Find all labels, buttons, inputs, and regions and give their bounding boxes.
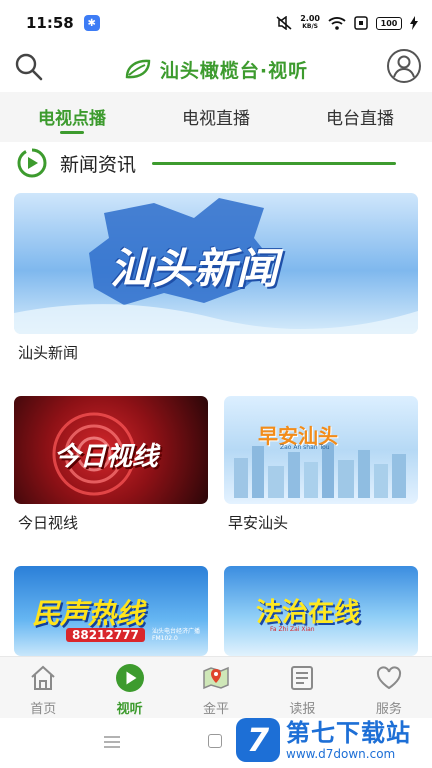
card-thumbnail-title: 今日视线 <box>54 442 159 472</box>
net-speed-unit: KB/S <box>302 23 318 30</box>
program-label: 汕头新闻 <box>18 344 79 362</box>
map-icon <box>201 663 231 693</box>
app-title: 汕头橄榄台·视听 <box>159 59 309 82</box>
brand: 汕头橄榄台·视听 <box>124 56 308 83</box>
tab-label: 电台直播 <box>326 109 394 129</box>
heart-icon <box>374 663 404 693</box>
menu-icon[interactable] <box>104 736 120 748</box>
home-square-icon[interactable] <box>208 734 222 748</box>
net-speed: 2.00 KB/S <box>300 15 320 31</box>
battery-indicator: 100 <box>376 16 402 30</box>
status-icons: 2.00 KB/S 100 <box>276 15 418 31</box>
bottom-navigation: 首页 视听 金平 读报 服务 <box>0 656 432 718</box>
card-thumbnail-phone: 88212777 <box>66 628 145 642</box>
wifi-icon <box>328 17 346 30</box>
net-speed-value: 2.00 <box>300 14 320 23</box>
program-card-law-online[interactable]: 法治在线 Fa Zhi Zai Xian <box>224 566 418 656</box>
card-thumbnail-subtitle: Fa Zhi Zai Xian <box>270 626 315 633</box>
watermark-url: www.d7down.com <box>286 747 396 761</box>
status-bar: 11:58 ✱ 2.00 KB/S 100 <box>0 0 432 46</box>
sim-icon <box>354 16 368 30</box>
card-thumbnail-subtitle: Zao An shan Tou <box>280 444 330 451</box>
section-header: 新闻资讯 <box>16 146 416 180</box>
tab-radio-live[interactable]: 电台直播 <box>288 92 432 142</box>
status-time: 11:58 <box>26 14 74 32</box>
nav-newspaper[interactable]: 读报 <box>259 657 345 718</box>
card-thumbnail-title: 民声热线 <box>32 597 145 630</box>
program-card-morning-shantou[interactable]: 早安汕头 Zao An shan Tou <box>224 396 418 504</box>
search-icon[interactable] <box>14 52 44 82</box>
card-thumbnail-subtitle: 汕头电台经济广播FM102.0 <box>152 628 201 642</box>
nav-home[interactable]: 首页 <box>0 657 86 718</box>
nav-label: 金平 <box>203 702 230 717</box>
section-divider <box>152 161 396 165</box>
mute-icon <box>276 16 292 30</box>
play-icon <box>115 663 145 693</box>
newspaper-icon <box>287 663 317 693</box>
program-card-shantou-news[interactable]: 汕头新闻 <box>14 193 418 334</box>
olive-leaf-icon <box>125 59 151 79</box>
tab-label: 电视点播 <box>38 109 106 129</box>
tab-bar: 电视点播 电视直播 电台直播 <box>0 92 432 142</box>
section-play-icon <box>17 148 47 178</box>
program-label: 今日视线 <box>18 514 79 532</box>
program-card-people-hotline[interactable]: 民声热线 88212777 汕头电台经济广播FM102.0 <box>14 566 208 656</box>
watermark-logo: 7 <box>236 718 280 762</box>
tab-label: 电视直播 <box>182 109 250 129</box>
nav-services[interactable]: 服务 <box>346 657 432 718</box>
watermark-text: 第七下载站 www.d7down.com <box>286 719 411 761</box>
user-avatar-icon[interactable] <box>386 48 422 84</box>
section-title: 新闻资讯 <box>60 153 137 176</box>
watermark-title: 第七下载站 <box>286 719 411 747</box>
program-label: 早安汕头 <box>228 514 289 532</box>
charging-icon <box>410 16 418 30</box>
nav-label: 首页 <box>30 702 57 717</box>
tab-tv-live[interactable]: 电视直播 <box>144 92 288 142</box>
tab-vod[interactable]: 电视点播 <box>0 92 144 142</box>
app-header: 汕头橄榄台·视听 <box>0 46 432 92</box>
tab-active-indicator <box>60 131 84 134</box>
watermark: 7 第七下载站 www.d7down.com <box>236 712 432 768</box>
program-card-today-sight[interactable]: 今日视线 <box>14 396 208 504</box>
nav-audio-video[interactable]: 视听 <box>86 657 172 718</box>
nav-label: 视听 <box>116 702 143 717</box>
card-thumbnail-title: 汕头新闻 <box>110 244 279 293</box>
home-icon <box>28 663 58 693</box>
bluetooth-icon: ✱ <box>83 15 100 31</box>
nav-jinping[interactable]: 金平 <box>173 657 259 718</box>
card-thumbnail-title: 法治在线 <box>256 598 361 628</box>
